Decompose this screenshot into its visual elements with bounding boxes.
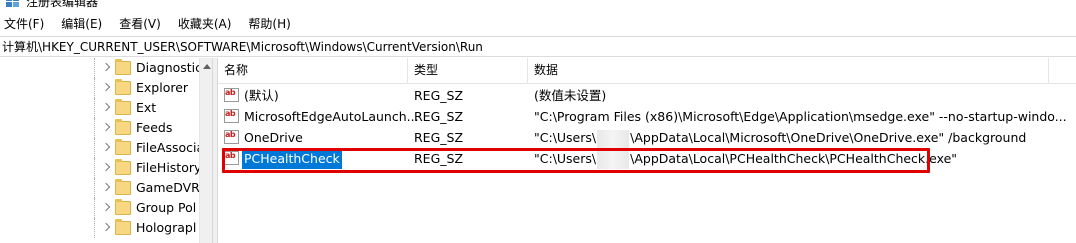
value-row-default[interactable]: ab (默认) REG_SZ (数值未设置) xyxy=(218,85,1076,106)
reg-string-value-icon: ab xyxy=(224,151,239,165)
values-list: 名称 类型 数据 ab (默认) REG_SZ (数值未设置) ab Micro… xyxy=(218,58,1076,243)
column-header: 名称 类型 数据 xyxy=(218,58,1076,84)
address-bar[interactable]: 计算机\HKEY_CURRENT_USER\SOFTWARE\Microsoft… xyxy=(0,36,1076,57)
title-bar: 注册表编辑器 xyxy=(0,0,1076,12)
menu-view[interactable]: 查看(V) xyxy=(115,13,168,35)
folder-icon xyxy=(115,139,131,155)
scroll-up-arrow-icon[interactable] xyxy=(203,64,211,69)
chevron-right-icon[interactable] xyxy=(101,162,111,172)
value-name: OneDrive xyxy=(244,130,303,145)
value-name: MicrosoftEdgeAutoLaunch... xyxy=(244,109,419,124)
data-prefix: "C:\Users\ xyxy=(534,130,597,145)
folder-icon xyxy=(115,59,131,75)
value-name: (默认) xyxy=(244,88,279,103)
value-row-edge-autolaunch[interactable]: ab MicrosoftEdgeAutoLaunch... REG_SZ "C:… xyxy=(218,106,1076,127)
menu-file[interactable]: 文件(F) xyxy=(0,13,51,35)
tree-item-filehistory[interactable]: FileHistory xyxy=(0,158,202,178)
value-data: "C:\Program Files (x86)\Microsoft\Edge\A… xyxy=(534,109,1067,124)
chevron-right-icon[interactable] xyxy=(101,202,111,212)
tree-item-fileassocia[interactable]: FileAssocia xyxy=(0,138,204,158)
data-suffix: \AppData\Local\PCHealthCheck\PCHealthChe… xyxy=(630,151,958,166)
value-row-pchealthcheck[interactable]: ab PCHealthCheck REG_SZ "C:\Users\ \AppDa… xyxy=(218,148,1076,169)
tree-item-holograpl[interactable]: Holograpl xyxy=(0,218,199,238)
folder-icon xyxy=(115,219,131,235)
tree-item-label: FileAssocia xyxy=(136,140,205,155)
chevron-right-icon[interactable] xyxy=(101,222,111,232)
column-type[interactable]: 类型 xyxy=(408,58,528,83)
folder-icon xyxy=(115,79,131,95)
value-type: REG_SZ xyxy=(414,88,464,103)
registry-editor-icon xyxy=(6,0,19,7)
data-suffix: \AppData\Local\Microsoft\OneDrive\OneDri… xyxy=(630,130,1027,145)
menu-help[interactable]: 帮助(H) xyxy=(244,13,297,35)
tree-item-feeds[interactable]: Feeds xyxy=(0,118,199,138)
value-type: REG_SZ xyxy=(414,109,464,124)
column-name[interactable]: 名称 xyxy=(218,58,408,83)
folder-icon xyxy=(115,179,131,195)
tree-item-label: Ext xyxy=(136,100,157,115)
value-type: REG_SZ xyxy=(414,151,464,166)
reg-string-value-icon: ab xyxy=(224,130,239,144)
chevron-right-icon[interactable] xyxy=(101,82,111,92)
data-prefix: "C:\Users\ xyxy=(534,151,597,166)
value-type: REG_SZ xyxy=(414,130,464,145)
tree-item-grouppol[interactable]: Group Pol xyxy=(0,198,199,218)
redacted-username xyxy=(597,129,630,148)
window-title: 注册表编辑器 xyxy=(26,0,99,9)
tree-item-label: Diagnostic xyxy=(136,60,203,75)
tree-item-label: Group Pol xyxy=(136,200,197,215)
tree-item-label: Explorer xyxy=(136,80,189,95)
redacted-username xyxy=(597,150,630,169)
value-data: "C:\Users\ \AppData\Local\PCHealthCheck\P… xyxy=(534,148,957,169)
menu-edit[interactable]: 编辑(E) xyxy=(57,13,109,35)
tree-item-label: GameDVR xyxy=(136,180,200,195)
menu-bar: 文件(F) 编辑(E) 查看(V) 收藏夹(A) 帮助(H) xyxy=(0,13,1076,35)
reg-string-value-icon: ab xyxy=(224,88,239,102)
value-name: PCHealthCheck xyxy=(242,148,342,169)
reg-string-value-icon: ab xyxy=(224,109,239,123)
tree-item-label: Feeds xyxy=(136,120,173,135)
tree-item-diagnostic[interactable]: Diagnostic xyxy=(0,58,203,78)
menu-favorites[interactable]: 收藏夹(A) xyxy=(174,13,239,35)
value-row-onedrive[interactable]: ab OneDrive REG_SZ "C:\Users\ \AppData\Lo… xyxy=(218,127,1076,148)
chevron-right-icon[interactable] xyxy=(101,62,111,72)
tree-item-gamedvr[interactable]: GameDVR xyxy=(0,178,200,198)
chevron-right-icon[interactable] xyxy=(101,142,111,152)
chevron-right-icon[interactable] xyxy=(101,122,111,132)
tree-item-ext[interactable]: Ext xyxy=(0,98,199,118)
folder-icon xyxy=(115,159,131,175)
tree-item-explorer[interactable]: Explorer xyxy=(0,78,199,98)
chevron-right-icon[interactable] xyxy=(101,182,111,192)
folder-icon xyxy=(115,199,131,215)
tree-scrollbar[interactable] xyxy=(199,58,213,243)
value-data: "C:\Users\ \AppData\Local\Microsoft\OneDr… xyxy=(534,127,1026,148)
tree-item-label: Holograpl xyxy=(136,220,197,235)
chevron-right-icon[interactable] xyxy=(101,102,111,112)
key-tree: Diagnostic Explorer Ext Feeds FileAssoci… xyxy=(0,58,212,243)
tree-item-label: FileHistory xyxy=(136,160,202,175)
column-data[interactable]: 数据 xyxy=(528,58,1048,83)
folder-icon xyxy=(115,99,131,115)
folder-icon xyxy=(115,119,131,135)
value-data: (数值未设置) xyxy=(534,88,607,103)
column-divider[interactable] xyxy=(1048,58,1049,83)
